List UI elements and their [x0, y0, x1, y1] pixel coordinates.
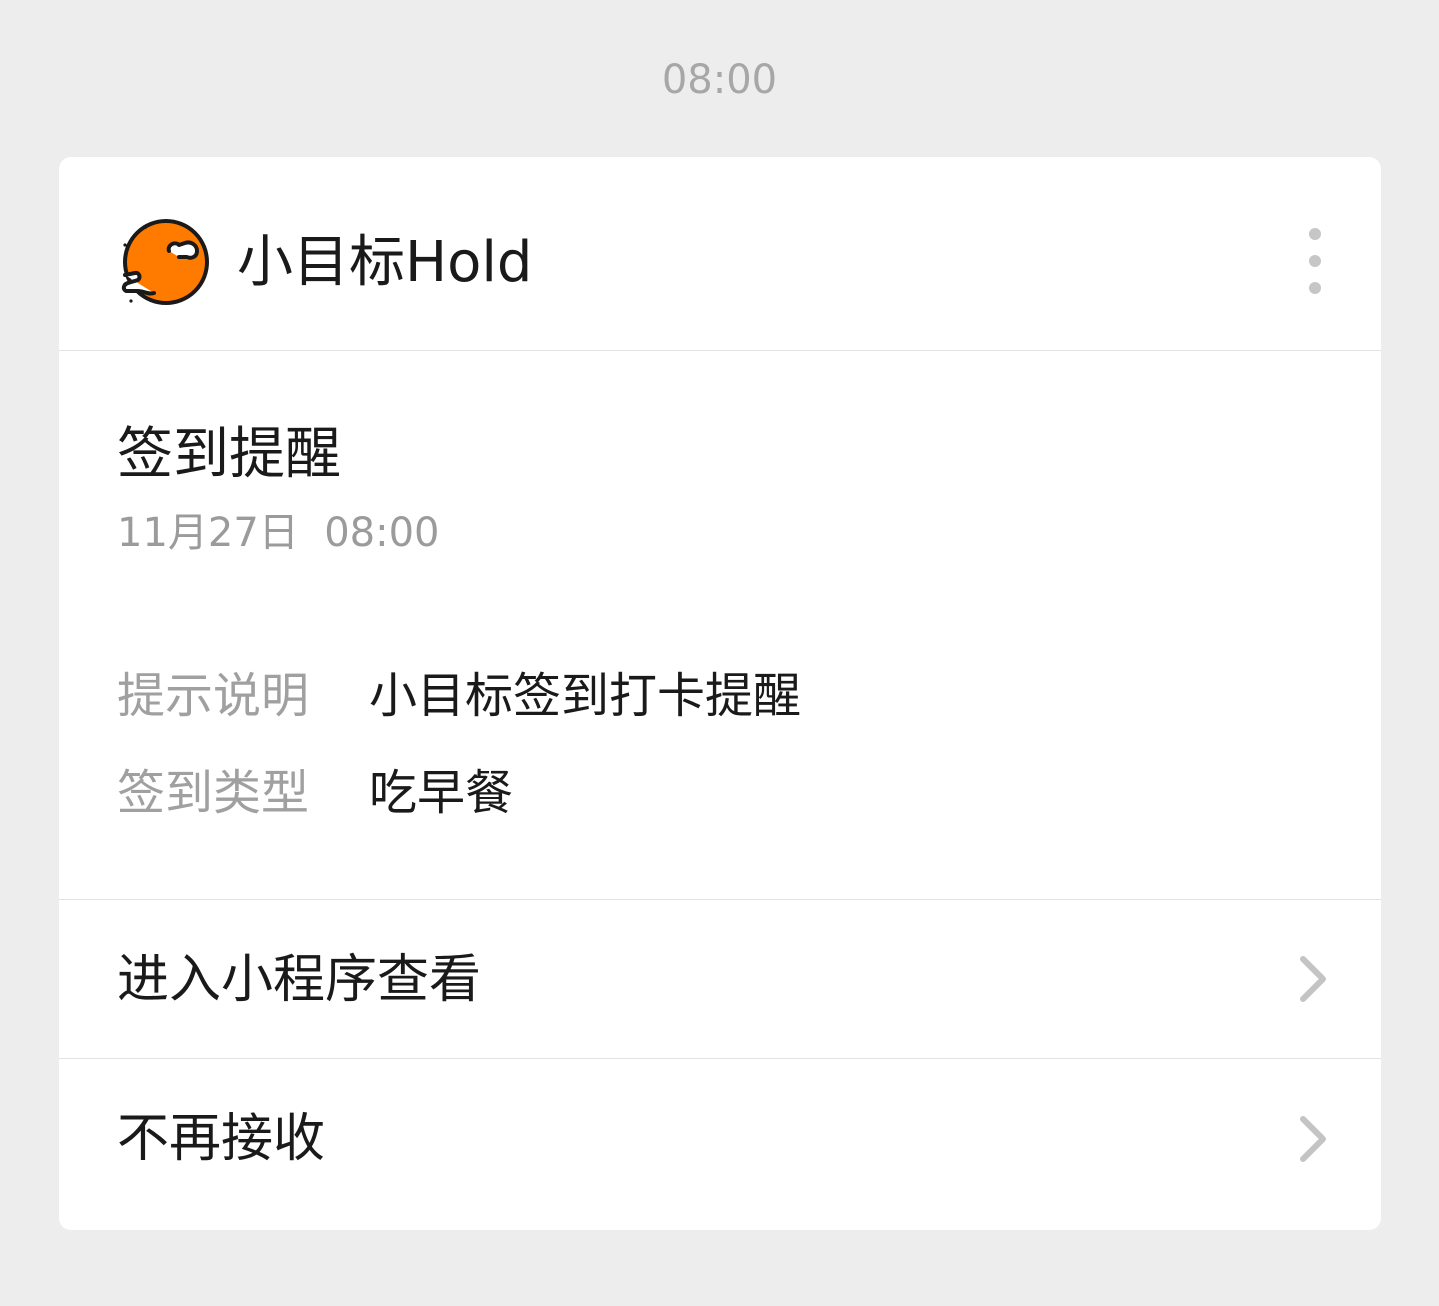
more-dot [1309, 282, 1321, 294]
chevron-right-icon [1295, 1113, 1331, 1165]
more-dot [1309, 228, 1321, 240]
notification-datetime: 11月27日 08:00 [117, 505, 440, 561]
app-logo-icon[interactable] [117, 215, 213, 307]
notification-time: 08:00 [324, 510, 440, 556]
field-value: 吃早餐 [369, 765, 514, 821]
field-label: 提示说明 [117, 668, 310, 724]
card-header: 小目标Hold [59, 157, 1381, 351]
field-row-checkin-type: 签到类型 吃早餐 [117, 761, 513, 825]
service-notification-card: 小目标Hold 签到提醒 11月27日 08:00 提示说明 小目标签到打卡提醒 … [59, 157, 1381, 1230]
action-label: 进入小程序查看 [117, 950, 482, 1010]
app-name: 小目标Hold [237, 230, 533, 295]
open-mini-program-button[interactable]: 进入小程序查看 [59, 900, 1381, 1059]
action-label: 不再接收 [117, 1109, 326, 1169]
field-value: 小目标签到打卡提醒 [369, 668, 802, 724]
chevron-right-icon [1295, 953, 1331, 1005]
unsubscribe-button[interactable]: 不再接收 [59, 1059, 1381, 1230]
more-dot [1309, 255, 1321, 267]
field-row-description: 提示说明 小目标签到打卡提醒 [117, 664, 801, 728]
field-label: 签到类型 [117, 765, 310, 821]
message-timestamp: 08:00 [661, 57, 778, 103]
notification-body: 签到提醒 11月27日 08:00 提示说明 小目标签到打卡提醒 签到类型 吃早餐 [59, 351, 1381, 900]
more-vertical-icon[interactable] [1295, 221, 1335, 297]
notification-date: 11月27日 [117, 510, 299, 556]
notification-title: 签到提醒 [117, 422, 341, 487]
